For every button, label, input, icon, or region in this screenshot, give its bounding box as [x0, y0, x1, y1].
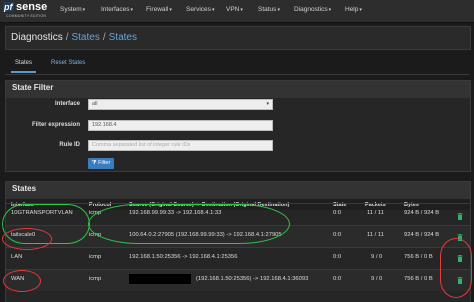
row-interface: WAN — [11, 276, 25, 282]
row-interface: tailscale0 — [11, 232, 36, 238]
pfsense-logo[interactable]: pf sense COMMUNITY EDITION — [3, 1, 48, 20]
row-state: 0:0 — [333, 210, 342, 216]
row-protocol: icmp — [89, 276, 102, 282]
table-row: tailscale0 icmp 100.64.0.2:27905 (192.16… — [6, 225, 470, 247]
tab-states[interactable]: States — [10, 60, 37, 73]
filter-expression-input[interactable]: 192.168.4 — [88, 120, 273, 131]
row-interface: 10GTRANSPORTVLAN — [11, 210, 73, 216]
trash-icon[interactable] — [457, 277, 463, 284]
row-source-destination: (192.168.1.50:25356) -> 192.168.4.1:3609… — [196, 276, 309, 282]
row-protocol: icmp — [89, 232, 102, 238]
row-bytes: 924 B / 924 B — [404, 210, 440, 216]
rule-id-input[interactable]: Comma separated list of integer rule IDs — [88, 140, 273, 151]
redaction-box — [129, 274, 191, 284]
trash-icon[interactable] — [457, 213, 463, 220]
chevron-down-icon: ▾ — [328, 7, 332, 13]
row-state: 0:0 — [333, 232, 342, 238]
row-packets: 9 / 0 — [371, 254, 383, 260]
logo-edition: COMMUNITY EDITION — [6, 14, 47, 18]
row-bytes: 756 B / 0 B — [404, 254, 433, 260]
filter-button[interactable]: ⧩ Filter — [88, 158, 114, 169]
chevron-down-icon: ▾ — [82, 7, 86, 13]
interface-label: Interface — [54, 101, 80, 107]
nav-diagnostics[interactable]: Diagnostics▾ — [294, 6, 331, 13]
nav-status[interactable]: Status▾ — [258, 6, 280, 13]
trash-icon[interactable] — [457, 255, 463, 262]
row-packets: 11 / 11 — [367, 232, 384, 238]
row-packets: 9 / 0 — [371, 276, 383, 282]
row-source-destination: 192.168.99.99:33 -> 192.168.4.1:33 — [129, 210, 222, 216]
row-protocol: icmp — [89, 254, 102, 260]
nav-interfaces[interactable]: Interfaces▾ — [101, 6, 133, 13]
chevron-down-icon: ▾ — [130, 7, 134, 13]
nav-vpn[interactable]: VPN▾ — [226, 6, 243, 13]
filter-expression-label: Filter expression — [31, 122, 80, 128]
rule-id-label: Rule ID — [59, 142, 80, 148]
logo-pf: pf — [3, 2, 14, 12]
row-source-destination: 100.64.0.2:27905 (192.168.99.99:33) -> 1… — [129, 232, 282, 238]
tab-reset-states[interactable]: Reset States — [51, 60, 85, 66]
chevron-down-icon: ▾ — [266, 101, 269, 107]
nav-services[interactable]: Services▾ — [186, 6, 214, 13]
states-title: States — [6, 182, 470, 199]
nav-help[interactable]: Help▾ — [345, 6, 362, 13]
interface-select[interactable]: all ▾ — [88, 99, 273, 110]
state-filter-title: State Filter — [6, 81, 470, 98]
nav-firewall[interactable]: Firewall▾ — [146, 6, 172, 13]
breadcrumb-states-link[interactable]: States — [71, 32, 99, 43]
nav-system[interactable]: System▾ — [60, 6, 85, 13]
row-state: 0:0 — [333, 276, 342, 282]
filter-icon: ⧩ — [91, 160, 97, 166]
breadcrumb-states-current[interactable]: States — [109, 32, 137, 43]
table-row: LAN icmp 192.168.1.50:25356 -> 192.168.4… — [6, 247, 470, 269]
breadcrumb: Diagnostics / States / States — [11, 32, 137, 43]
breadcrumb-bar: Diagnostics / States / States — [5, 26, 471, 50]
table-row: WAN icmp (192.168.1.50:25356) -> 192.168… — [6, 269, 470, 291]
row-source-destination: 192.168.1.50:25356 -> 192.168.4.1:25356 — [129, 254, 238, 260]
chevron-down-icon: ▾ — [277, 7, 280, 13]
row-bytes: 756 B / 0 B — [404, 276, 433, 282]
table-row: 10GTRANSPORTVLAN icmp 192.168.99.99:33 -… — [6, 203, 470, 225]
chevron-down-icon: ▾ — [240, 7, 243, 13]
breadcrumb-diagnostics: Diagnostics — [11, 32, 63, 43]
trash-icon[interactable] — [457, 234, 463, 241]
chevron-down-icon: ▾ — [359, 7, 362, 13]
row-protocol: icmp — [89, 210, 102, 216]
chevron-down-icon: ▾ — [169, 7, 172, 13]
state-filter-panel: State Filter Interface all ▾ Filter expr… — [5, 80, 471, 172]
top-navbar: pf sense COMMUNITY EDITION System▾ Inter… — [0, 0, 474, 23]
states-panel: States Interface Protocol Source (Origin… — [5, 181, 471, 302]
row-state: 0:0 — [333, 254, 342, 260]
row-packets: 11 / 11 — [367, 210, 384, 216]
row-bytes: 924 B / 924 B — [404, 232, 440, 238]
row-interface: LAN — [11, 254, 23, 260]
logo-sense: sense — [16, 1, 48, 13]
tab-bar: States Reset States — [5, 55, 469, 75]
chevron-down-icon: ▾ — [211, 7, 215, 13]
